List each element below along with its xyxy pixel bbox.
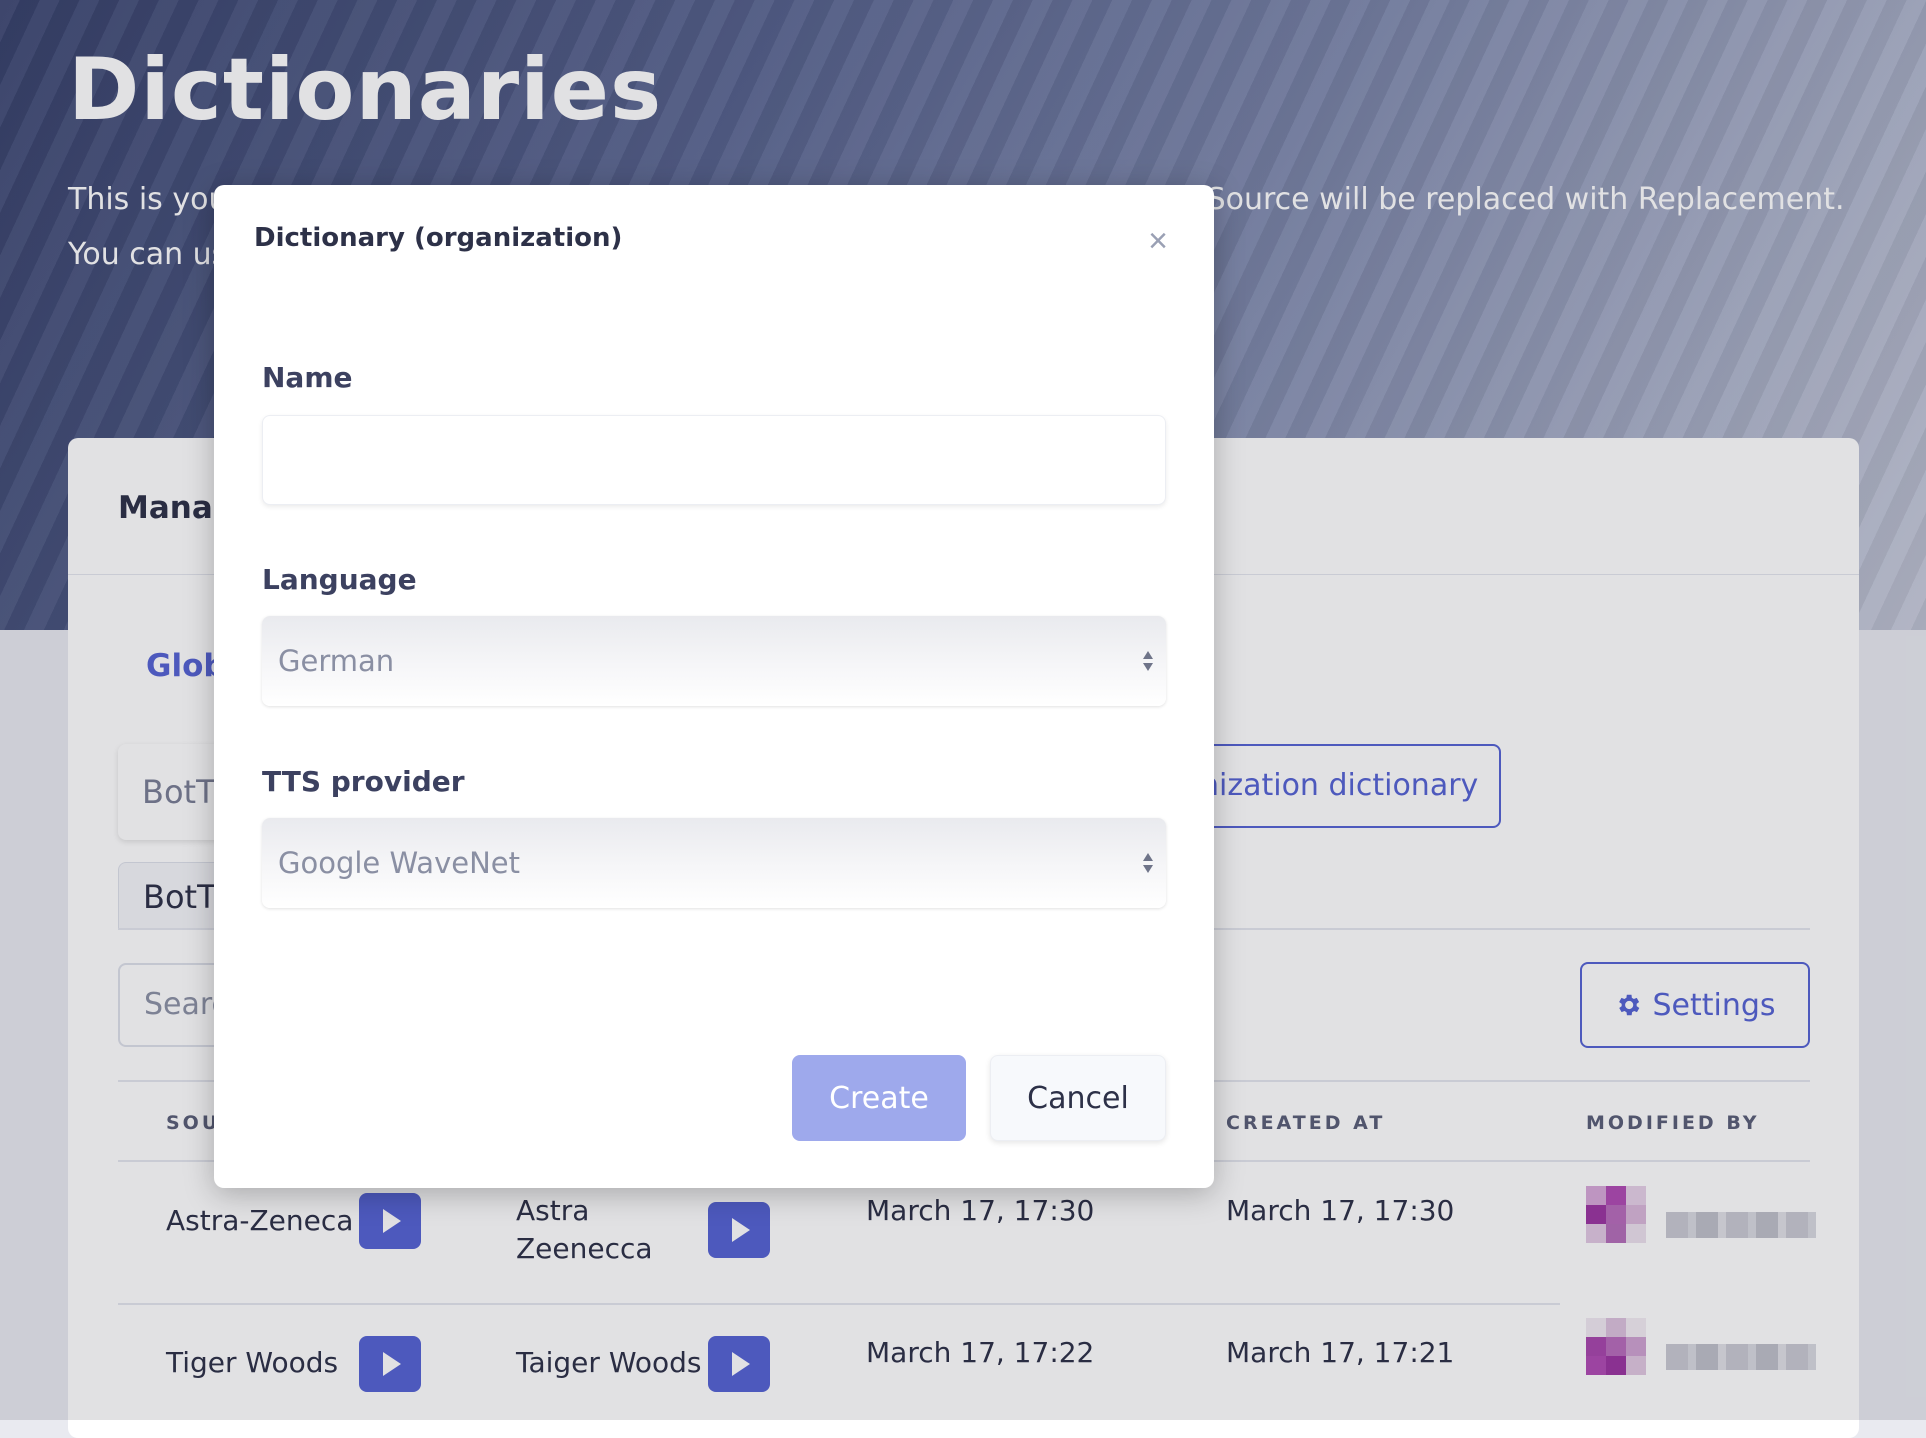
tts-provider-label: TTS provider — [262, 765, 465, 798]
create-button[interactable]: Create — [792, 1055, 966, 1141]
select-arrows-icon — [1143, 853, 1153, 873]
select-arrows-icon — [1143, 651, 1153, 671]
tts-provider-select[interactable]: Google WaveNet — [262, 818, 1166, 908]
cancel-button[interactable]: Cancel — [990, 1055, 1166, 1141]
modal-title: Dictionary (organization) — [254, 223, 623, 253]
name-label: Name — [262, 361, 353, 394]
tts-provider-value: Google WaveNet — [278, 846, 520, 880]
language-value: German — [278, 644, 395, 678]
dictionary-modal: Dictionary (organization) × Name Languag… — [214, 185, 1214, 1188]
name-field[interactable] — [262, 415, 1166, 505]
language-label: Language — [262, 563, 417, 596]
language-select[interactable]: German — [262, 616, 1166, 706]
close-icon[interactable]: × — [1138, 221, 1178, 261]
